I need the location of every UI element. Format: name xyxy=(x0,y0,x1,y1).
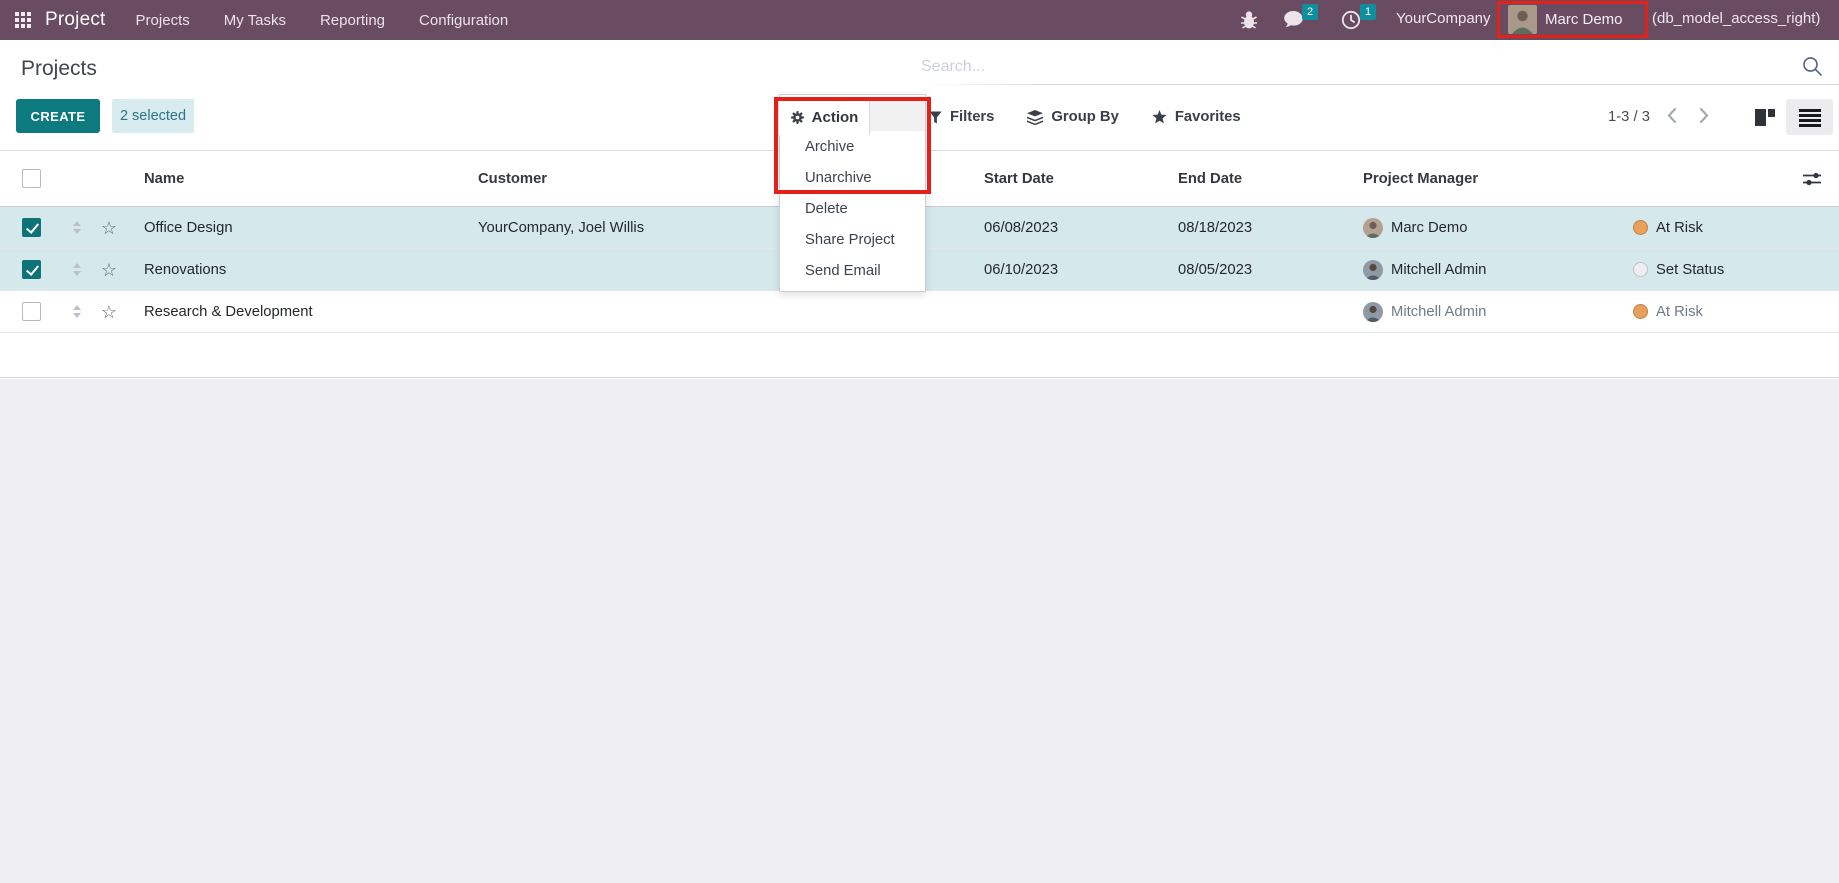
kanban-view-button[interactable] xyxy=(1746,99,1784,135)
menu-reporting[interactable]: Reporting xyxy=(320,12,385,29)
project-name[interactable]: Research & Development xyxy=(126,304,470,320)
favorite-star-icon[interactable]: ☆ xyxy=(92,219,126,237)
row-checkbox[interactable] xyxy=(22,260,41,279)
page-title: Projects xyxy=(21,57,97,81)
chevron-right-icon xyxy=(1699,107,1710,124)
chat-count-badge[interactable]: 2 xyxy=(1302,4,1318,20)
action-menu-label: Action xyxy=(812,109,859,126)
manager-avatar xyxy=(1363,218,1383,238)
company-switcher[interactable]: YourCompany xyxy=(1396,10,1491,27)
row-checkbox[interactable] xyxy=(22,218,41,237)
project-end-date: 08/18/2023 xyxy=(1160,220,1345,236)
search-underline xyxy=(920,84,1839,85)
menu-item-archive[interactable]: Archive xyxy=(780,131,925,162)
menu-item-send-email[interactable]: Send Email xyxy=(780,255,925,286)
manager-avatar xyxy=(1363,260,1383,280)
activity-clock-icon[interactable] xyxy=(1341,10,1361,35)
groupby-button[interactable]: Group By xyxy=(1027,109,1118,125)
row-checkbox[interactable] xyxy=(22,302,41,321)
column-sliders-icon xyxy=(1802,170,1822,188)
optional-columns-button[interactable] xyxy=(1785,170,1839,188)
drag-handle-icon[interactable] xyxy=(62,305,92,318)
pager: 1-3 / 3 xyxy=(1608,99,1716,135)
drag-handle-icon[interactable] xyxy=(62,263,92,276)
create-button[interactable]: CREATE xyxy=(16,99,100,133)
menu-item-delete[interactable]: Delete xyxy=(780,193,925,224)
search-icon[interactable] xyxy=(1801,55,1823,82)
favorite-star-icon[interactable]: ☆ xyxy=(92,261,126,279)
drag-handle-icon[interactable] xyxy=(62,221,92,234)
menu-configuration[interactable]: Configuration xyxy=(419,12,508,29)
menu-my-tasks[interactable]: My Tasks xyxy=(224,12,286,29)
empty-table-area xyxy=(0,333,1839,378)
list-view-icon xyxy=(1798,108,1822,127)
filter-funnel-icon xyxy=(929,111,942,124)
project-start-date: 06/08/2023 xyxy=(965,220,1160,236)
project-end-date: 08/05/2023 xyxy=(1160,262,1345,278)
status-dot[interactable] xyxy=(1633,220,1648,235)
column-header-end-date[interactable]: End Date xyxy=(1160,171,1345,187)
action-menu-button[interactable]: Action xyxy=(778,99,870,135)
menu-projects[interactable]: Projects xyxy=(136,12,190,29)
bug-icon[interactable] xyxy=(1240,10,1258,35)
groupby-label: Group By xyxy=(1051,109,1118,125)
filters-button[interactable]: Filters xyxy=(929,109,994,125)
user-avatar[interactable] xyxy=(1508,5,1537,34)
page-background xyxy=(0,379,1839,883)
main-menu: Projects My Tasks Reporting Configuratio… xyxy=(136,12,509,29)
top-navbar: Project Projects My Tasks Reporting Conf… xyxy=(0,0,1839,40)
column-header-name[interactable]: Name xyxy=(126,171,470,187)
select-all-checkbox[interactable] xyxy=(22,169,41,188)
pager-next-button[interactable] xyxy=(1693,107,1716,127)
layers-icon xyxy=(1027,110,1043,125)
search-input[interactable]: Search... xyxy=(921,58,985,76)
star-icon xyxy=(1152,110,1167,124)
selected-count-badge: 2 selected xyxy=(112,99,194,133)
menu-item-share-project[interactable]: Share Project xyxy=(780,224,925,255)
manager-avatar xyxy=(1363,302,1383,322)
project-start-date: 06/10/2023 xyxy=(965,262,1160,278)
gear-icon xyxy=(790,110,805,125)
status-label[interactable]: At Risk xyxy=(1656,220,1703,236)
menu-item-unarchive[interactable]: Unarchive xyxy=(780,162,925,193)
search-options-bar: Filters Group By Favorites xyxy=(929,99,1241,135)
db-name-label: (db_model_access_right) xyxy=(1652,10,1820,27)
chevron-left-icon xyxy=(1666,107,1677,124)
filters-label: Filters xyxy=(950,109,994,125)
list-view-button[interactable] xyxy=(1786,99,1833,135)
project-name[interactable]: Office Design xyxy=(126,220,470,236)
chat-icon[interactable] xyxy=(1283,10,1304,35)
manager-name: Mitchell Admin xyxy=(1391,304,1486,320)
pager-previous-button[interactable] xyxy=(1660,107,1683,127)
status-dot[interactable] xyxy=(1633,262,1648,277)
manager-name: Marc Demo xyxy=(1391,220,1467,236)
kanban-view-icon xyxy=(1754,108,1776,127)
project-name[interactable]: Renovations xyxy=(126,262,470,278)
status-label[interactable]: At Risk xyxy=(1656,304,1703,320)
column-header-project-manager[interactable]: Project Manager xyxy=(1345,171,1615,187)
column-header-start-date[interactable]: Start Date xyxy=(965,171,1160,187)
favorites-button[interactable]: Favorites xyxy=(1152,109,1241,125)
favorites-label: Favorites xyxy=(1175,109,1241,125)
apps-grid-icon[interactable] xyxy=(15,12,32,29)
user-menu-highlight-box: Marc Demo xyxy=(1497,1,1648,38)
user-menu[interactable]: Marc Demo xyxy=(1545,11,1623,28)
activity-count-badge[interactable]: 1 xyxy=(1360,4,1376,20)
status-label[interactable]: Set Status xyxy=(1656,262,1724,278)
manager-name: Mitchell Admin xyxy=(1391,262,1486,278)
table-row[interactable]: ☆ Research & Development Mitchell Admin … xyxy=(0,291,1839,333)
app-brand[interactable]: Project xyxy=(45,9,106,31)
pager-range: 1-3 / 3 xyxy=(1608,109,1650,125)
favorite-star-icon[interactable]: ☆ xyxy=(92,303,126,321)
status-dot[interactable] xyxy=(1633,304,1648,319)
